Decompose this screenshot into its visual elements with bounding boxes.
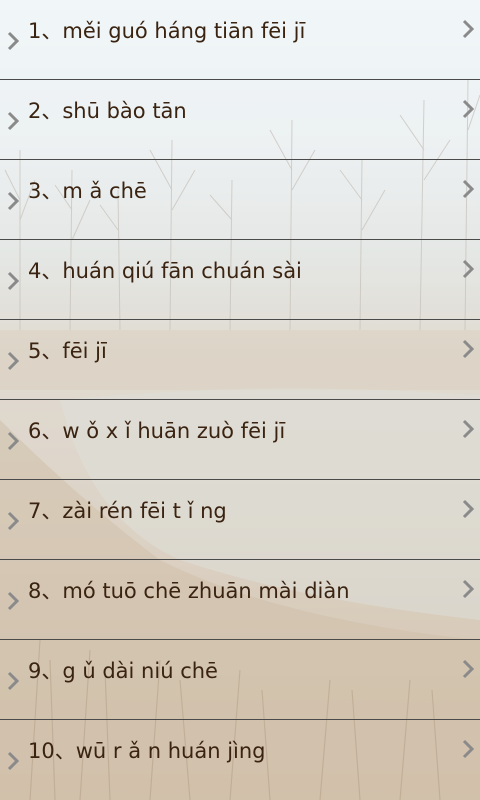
list-item-label: 9、g ǔ dài niú chē — [28, 659, 218, 683]
chevron-right-icon — [462, 499, 475, 519]
list-item[interactable]: 4、huán qiú fān chuán sài — [0, 240, 480, 320]
chevron-right-icon — [462, 339, 475, 359]
list-item[interactable]: 3、m ǎ chē — [0, 160, 480, 240]
chevron-right-icon — [462, 179, 475, 199]
list-item[interactable]: 1、měi guó háng tiān fēi jī — [0, 0, 480, 80]
chevron-right-icon — [462, 99, 475, 119]
list-item[interactable]: 6、w ǒ x ǐ huān zuò fēi jī — [0, 400, 480, 480]
chevron-right-icon — [462, 579, 475, 599]
chevron-right-icon — [462, 19, 475, 39]
list-item[interactable]: 7、zài rén fēi t ǐ ng — [0, 480, 480, 560]
list-item[interactable]: 9、g ǔ dài niú chē — [0, 640, 480, 720]
list-item-label: 8、mó tuō chē zhuān mài diàn — [28, 579, 350, 603]
list-item-label: 5、fēi jī — [28, 339, 107, 363]
chevron-right-icon — [7, 271, 20, 291]
list-item[interactable]: 8、mó tuō chē zhuān mài diàn — [0, 560, 480, 640]
chevron-right-icon — [7, 431, 20, 451]
list-item-label: 2、shū bào tān — [28, 99, 187, 123]
pinyin-list: 1、měi guó háng tiān fēi jī 2、shū bào tān… — [0, 0, 480, 800]
list-item-label: 6、w ǒ x ǐ huān zuò fēi jī — [28, 419, 286, 443]
chevron-right-icon — [7, 591, 20, 611]
chevron-right-icon — [7, 671, 20, 691]
list-item[interactable]: 5、fēi jī — [0, 320, 480, 400]
chevron-right-icon — [462, 259, 475, 279]
chevron-right-icon — [462, 419, 475, 439]
chevron-right-icon — [7, 111, 20, 131]
chevron-right-icon — [7, 351, 20, 371]
chevron-right-icon — [7, 191, 20, 211]
list-item-label: 10、wū r ǎ n huán jìng — [28, 739, 266, 763]
list-item-label: 3、m ǎ chē — [28, 179, 147, 203]
list-item-label: 1、měi guó háng tiān fēi jī — [28, 19, 306, 43]
chevron-right-icon — [7, 751, 20, 771]
chevron-right-icon — [7, 511, 20, 531]
list-item[interactable]: 2、shū bào tān — [0, 80, 480, 160]
list-item-label: 4、huán qiú fān chuán sài — [28, 259, 302, 283]
chevron-right-icon — [462, 739, 475, 759]
chevron-right-icon — [462, 659, 475, 679]
list-item-label: 7、zài rén fēi t ǐ ng — [28, 499, 227, 523]
chevron-right-icon — [7, 31, 20, 51]
list-item[interactable]: 10、wū r ǎ n huán jìng — [0, 720, 480, 800]
